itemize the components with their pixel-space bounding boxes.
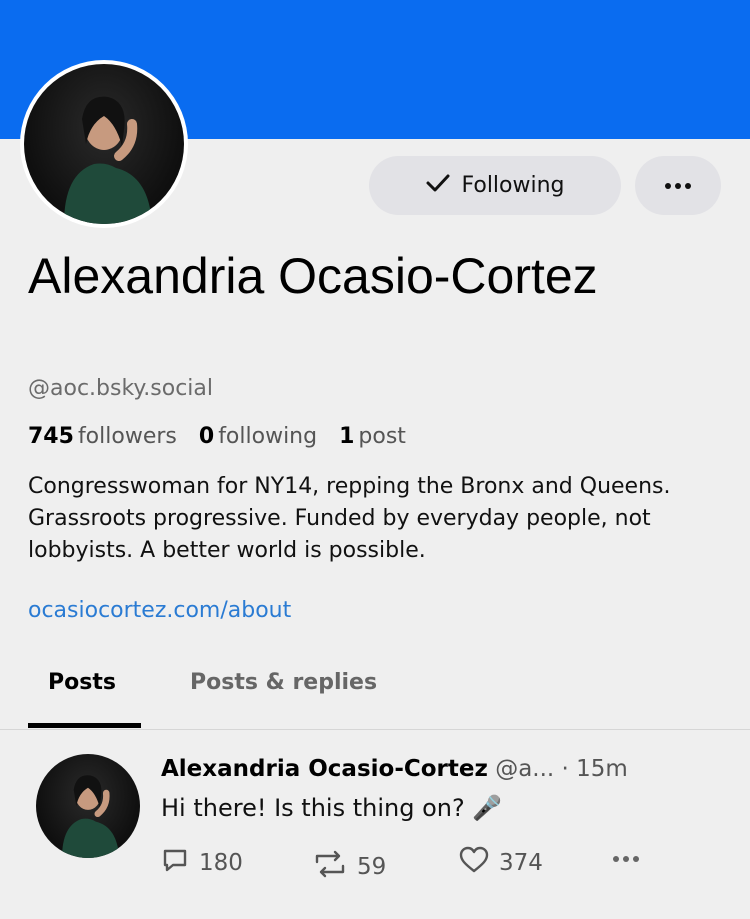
tab-posts[interactable]: Posts — [48, 670, 116, 695]
like-count: 374 — [499, 850, 543, 876]
post-header: Alexandria Ocasio-Cortez @a... · 15m — [161, 756, 628, 782]
post-time: 15m — [576, 756, 628, 782]
post-avatar[interactable] — [36, 754, 140, 858]
following-button[interactable]: Following — [369, 156, 621, 215]
post-text: Hi there! Is this thing on? 🎤 — [161, 794, 503, 822]
followers-stat[interactable]: 745 followers — [28, 424, 177, 449]
post-handle[interactable]: @a... — [495, 756, 554, 782]
post-separator: · — [561, 756, 569, 782]
profile-link[interactable]: ocasiocortez.com/about — [28, 598, 291, 623]
profile-avatar[interactable] — [20, 60, 188, 228]
profile-stats: 745 followers 0 following 1 post — [28, 424, 406, 449]
avatar-photo — [24, 64, 184, 224]
like-button[interactable]: 374 — [459, 846, 543, 880]
heart-icon — [459, 846, 489, 880]
repost-button[interactable]: 59 — [313, 850, 386, 884]
following-button-label: Following — [461, 173, 565, 198]
tab-posts-and-replies[interactable]: Posts & replies — [190, 670, 377, 695]
post-more-button[interactable] — [613, 856, 639, 862]
reply-count: 180 — [199, 850, 243, 876]
repost-icon — [313, 850, 347, 884]
reply-icon — [161, 846, 189, 880]
more-options-button[interactable] — [635, 156, 721, 215]
repost-count: 59 — [357, 854, 387, 880]
posts-stat: 1 post — [339, 424, 406, 449]
profile-bio: Congresswoman for NY14, repping the Bron… — [28, 474, 671, 563]
checkmark-icon — [425, 172, 451, 200]
more-dots-icon — [613, 856, 639, 862]
more-dots-icon — [665, 182, 691, 189]
post-actions: 180 59 374 — [161, 846, 661, 882]
profile-tabs: Posts Posts & replies — [0, 648, 750, 730]
reply-button[interactable]: 180 — [161, 846, 243, 880]
following-stat[interactable]: 0 following — [199, 424, 317, 449]
profile-handle: @aoc.bsky.social — [28, 376, 214, 401]
post-author[interactable]: Alexandria Ocasio-Cortez — [161, 756, 488, 782]
profile-name: Alexandria Ocasio-Cortez — [28, 248, 598, 304]
active-tab-indicator — [28, 723, 141, 728]
